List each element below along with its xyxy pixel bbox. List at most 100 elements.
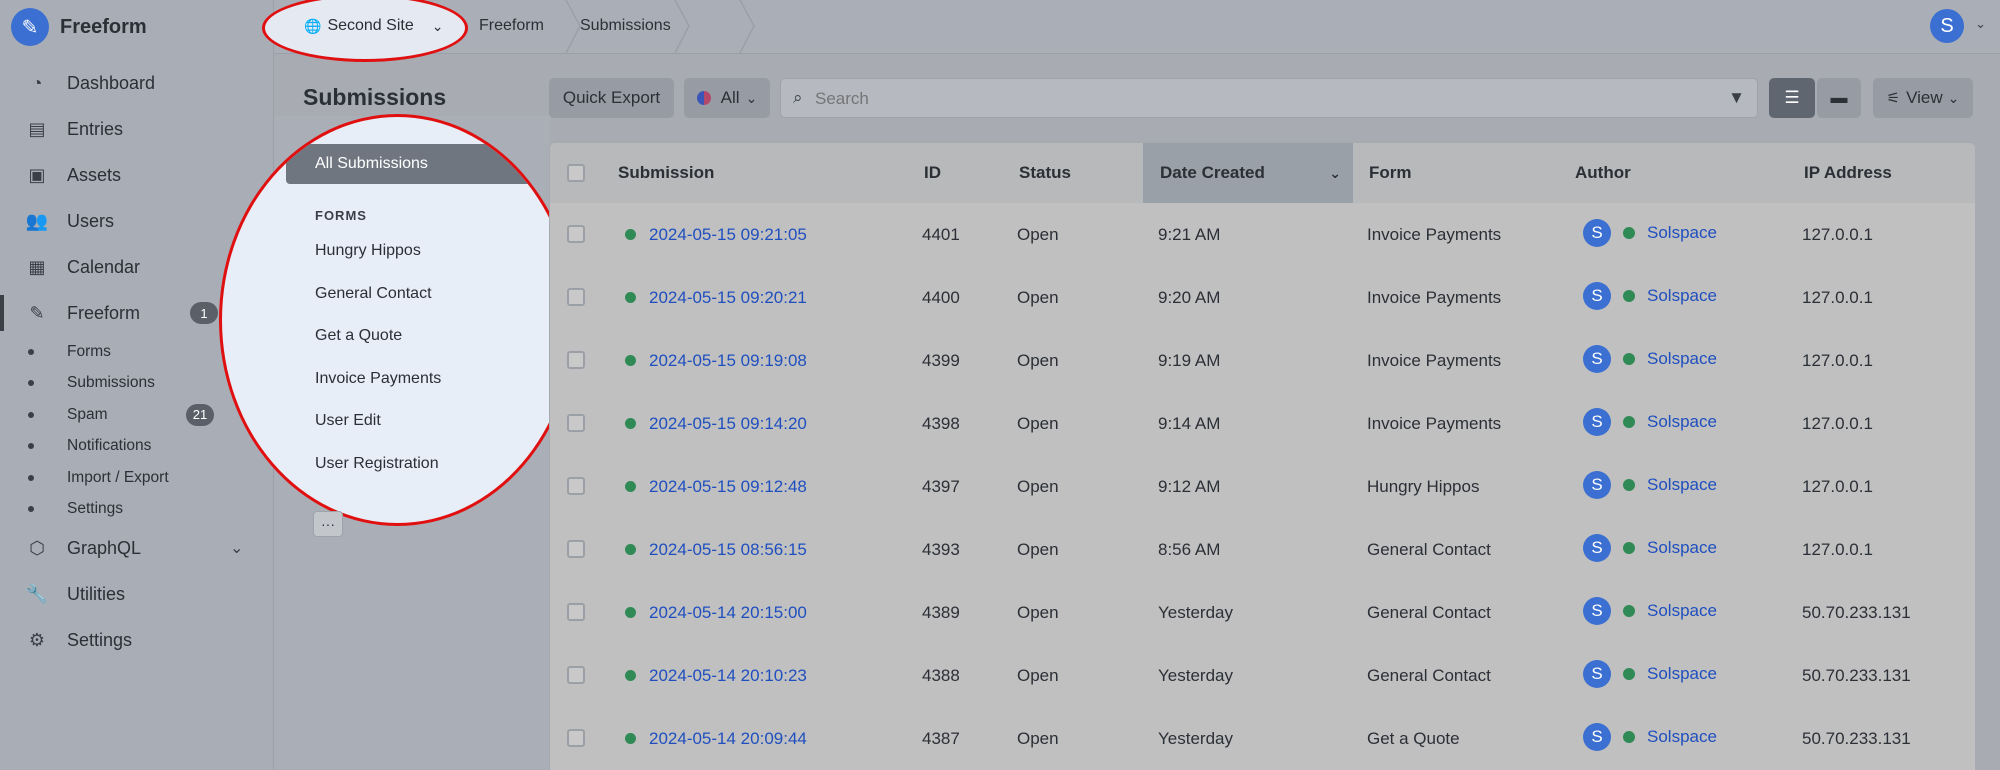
sidebar-subitem-import-export[interactable]: Import / Export (0, 462, 273, 494)
bullet-icon (28, 411, 34, 418)
view-menu-button[interactable]: ⚟ View ⌄ (1873, 78, 1973, 118)
author-link[interactable]: Solspace (1647, 286, 1717, 306)
sidebar-item-assets[interactable]: ▣ Assets (0, 152, 273, 198)
author-avatar: S (1583, 281, 1611, 310)
thumb-view-toggle[interactable]: ▬ (1817, 78, 1861, 118)
submission-link[interactable]: 2024-05-15 09:21:05 (649, 225, 807, 245)
submission-link[interactable]: 2024-05-15 09:19:08 (649, 351, 807, 371)
author-link[interactable]: Solspace (1647, 475, 1717, 495)
search-icon: ⌕ (793, 88, 803, 107)
source-form-user-registration[interactable]: User Registration (315, 455, 439, 473)
submission-link[interactable]: 2024-05-14 20:09:44 (649, 729, 807, 749)
date-cell: 9:20 AM (1158, 287, 1221, 307)
user-avatar[interactable]: S (1930, 9, 1964, 43)
author-link[interactable]: Solspace (1647, 538, 1717, 558)
col-ip-address[interactable]: IP Address (1804, 143, 1892, 203)
table-row[interactable]: 2024-05-15 09:14:20 4398 Open 9:14 AM Invoic… (550, 392, 1975, 455)
sidebar-item-graphql[interactable]: ⬡ GraphQL ⌄ (0, 525, 273, 571)
col-status[interactable]: Status (1019, 143, 1071, 203)
col-id[interactable]: ID (924, 143, 941, 203)
brand[interactable]: ✎ Freeform (11, 8, 147, 46)
author-cell: S Solspace (1583, 705, 1717, 768)
sidebar-subitem-spam[interactable]: Spam 21 (0, 399, 273, 431)
table-row[interactable]: 2024-05-14 20:15:00 4389 Open Yesterday Gene… (550, 581, 1975, 644)
row-checkbox[interactable] (567, 603, 585, 621)
freeform-count-badge: 1 (190, 302, 218, 324)
sidebar-item-users[interactable]: 👥 Users (0, 198, 273, 244)
table-row[interactable]: 2024-05-15 09:20:21 4400 Open 9:20 AM Invoic… (550, 266, 1975, 329)
table-row[interactable]: 2024-05-14 20:10:23 4388 Open Yesterday Gene… (550, 644, 1975, 707)
chevron-down-icon[interactable]: ⌄ (1975, 16, 1986, 32)
submission-link[interactable]: 2024-05-15 08:56:15 (649, 540, 807, 560)
ip-cell: 127.0.0.1 (1802, 539, 1873, 559)
table-row[interactable]: 2024-05-15 09:19:08 4399 Open 9:19 AM Invoic… (550, 329, 1975, 392)
source-form-general-contact[interactable]: General Contact (315, 285, 432, 303)
row-checkbox[interactable] (567, 288, 585, 306)
status-dot-icon (625, 544, 636, 555)
breadcrumb-submissions[interactable]: Submissions (580, 10, 671, 42)
sources-forms-heading: FORMS (315, 208, 367, 223)
author-link[interactable]: Solspace (1647, 727, 1717, 747)
status-cell: Open (1017, 287, 1059, 307)
author-link[interactable]: Solspace (1647, 601, 1717, 621)
author-avatar: S (1583, 533, 1611, 562)
id-cell: 4387 (922, 728, 960, 748)
submission-link[interactable]: 2024-05-15 09:14:20 (649, 414, 807, 434)
submission-link[interactable]: 2024-05-15 09:12:48 (649, 477, 807, 497)
col-date-created[interactable]: Date Created ⌄ (1143, 143, 1353, 203)
row-checkbox[interactable] (567, 225, 585, 243)
app-name: Freeform (60, 15, 147, 38)
search-input[interactable] (813, 85, 1697, 113)
quick-export-button[interactable]: Quick Export (549, 78, 674, 118)
source-all-submissions[interactable]: All Submissions (286, 144, 533, 184)
row-checkbox[interactable] (567, 351, 585, 369)
sliders-icon: ⚟ (1886, 90, 1901, 107)
more-sources-button[interactable]: ··· (313, 511, 343, 537)
row-checkbox[interactable] (567, 666, 585, 684)
author-link[interactable]: Solspace (1647, 349, 1717, 369)
search-bar: ⌕ ▼ (780, 78, 1758, 118)
row-checkbox[interactable] (567, 414, 585, 432)
table-row[interactable]: 2024-05-15 09:12:48 4397 Open 9:12 AM Hungry… (550, 455, 1975, 518)
author-status-dot-icon (1623, 289, 1635, 302)
filter-icon[interactable]: ▼ (1728, 88, 1745, 108)
row-checkbox[interactable] (567, 477, 585, 495)
table-row[interactable]: 2024-05-15 08:56:15 4393 Open 8:56 AM Genera… (550, 518, 1975, 581)
breadcrumb-freeform[interactable]: Freeform (479, 10, 544, 42)
author-link[interactable]: Solspace (1647, 412, 1717, 432)
col-form[interactable]: Form (1369, 143, 1412, 203)
submission-link[interactable]: 2024-05-14 20:10:23 (649, 666, 807, 686)
table-row[interactable]: 2024-05-15 09:21:05 4401 Open 9:21 AM Invoic… (550, 203, 1975, 266)
row-checkbox[interactable] (567, 729, 585, 747)
sidebar-item-entries[interactable]: ▤ Entries (0, 106, 273, 152)
select-all-checkbox[interactable] (567, 164, 585, 182)
status-filter-button[interactable]: All ⌄ (684, 78, 770, 118)
author-link[interactable]: Solspace (1647, 664, 1717, 684)
status-color-icon (696, 91, 711, 105)
sidebar-subitem-settings[interactable]: Settings (0, 494, 273, 526)
col-submission[interactable]: Submission (618, 143, 714, 203)
breadcrumb-separator (674, 0, 690, 53)
sidebar-item-settings[interactable]: ⚙ Settings (0, 617, 273, 663)
author-avatar: S (1583, 470, 1611, 499)
submission-link[interactable]: 2024-05-15 09:20:21 (649, 288, 807, 308)
author-status-dot-icon (1623, 352, 1635, 365)
author-cell: S Solspace (1583, 264, 1717, 327)
site-switcher[interactable]: 🌐 Second Site ⌄ (304, 10, 443, 42)
table-view-toggle[interactable]: ☰ (1769, 78, 1815, 118)
table-row[interactable]: 2024-05-14 20:09:44 4387 Open Yesterday Get … (550, 707, 1975, 770)
col-author[interactable]: Author (1575, 143, 1631, 203)
sidebar-subitem-notifications[interactable]: Notifications (0, 431, 273, 463)
sidebar-item-dashboard[interactable]: ◔ Dashboard (0, 60, 273, 106)
sidebar-item-utilities[interactable]: 🔧 Utilities (0, 571, 273, 617)
chevron-down-icon[interactable]: ⌄ (230, 538, 243, 558)
submission-cell: 2024-05-15 08:56:15 (625, 518, 807, 581)
source-form-hungry-hippos[interactable]: Hungry Hippos (315, 242, 421, 260)
author-link[interactable]: Solspace (1647, 223, 1717, 243)
assets-icon: ▣ (28, 164, 46, 185)
row-checkbox[interactable] (567, 540, 585, 558)
source-form-user-edit[interactable]: User Edit (315, 412, 381, 430)
source-form-get-a-quote[interactable]: Get a Quote (315, 327, 402, 345)
source-form-invoice-payments[interactable]: Invoice Payments (315, 370, 441, 388)
submission-link[interactable]: 2024-05-14 20:15:00 (649, 603, 807, 623)
